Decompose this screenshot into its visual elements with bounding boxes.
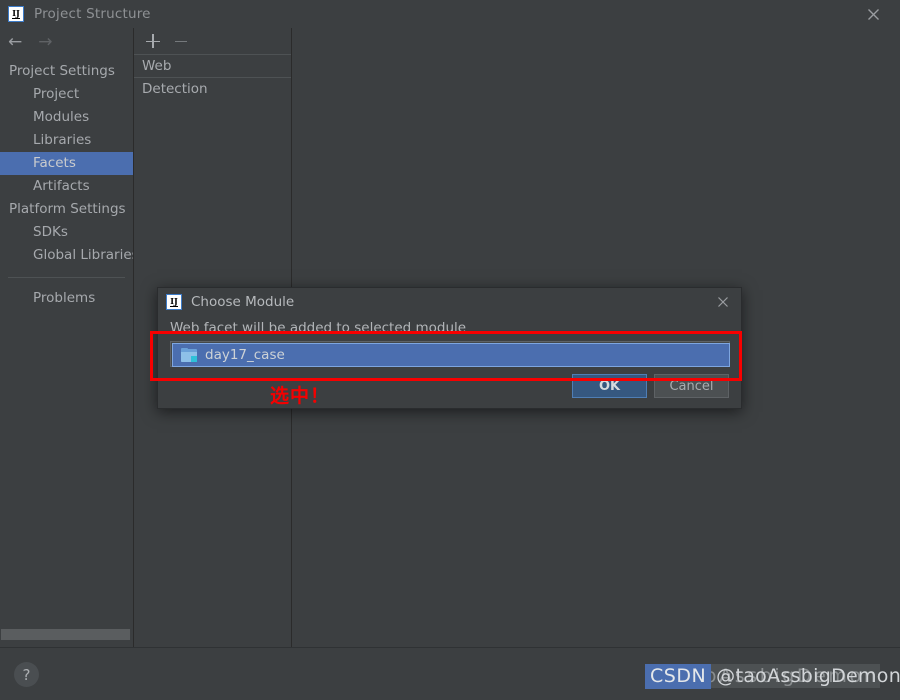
- sidebar-group-project-settings: Project Settings: [9, 63, 115, 79]
- close-icon: [718, 297, 728, 307]
- module-label: day17_case: [205, 347, 285, 363]
- arrow-left-icon[interactable]: ←: [8, 33, 22, 51]
- facet-row-web[interactable]: Web: [134, 55, 291, 78]
- intellij-idea-icon: IJ: [166, 294, 182, 310]
- sidebar-item-artifacts[interactable]: Artifacts: [0, 175, 133, 198]
- dialog-titlebar: IJ Choose Module: [158, 288, 741, 316]
- sidebar-group-platform-settings: Platform Settings: [9, 201, 126, 217]
- dialog-title: Choose Module: [191, 294, 295, 310]
- sidebar-item-facets[interactable]: Facets: [0, 152, 133, 175]
- choose-module-dialog: IJ Choose Module Web facet will be added…: [157, 287, 742, 409]
- sidebar-item-libraries[interactable]: Libraries: [0, 129, 133, 152]
- dialog-close-button[interactable]: [713, 292, 733, 312]
- plus-icon[interactable]: [145, 33, 161, 49]
- sidebar-divider: [8, 277, 125, 278]
- module-folder-icon: [181, 348, 197, 362]
- list-item[interactable]: day17_case: [172, 343, 730, 367]
- navigation-arrows: ← →: [0, 28, 133, 56]
- arrow-right-icon[interactable]: →: [38, 33, 52, 51]
- sidebar-item-project[interactable]: Project: [0, 83, 133, 106]
- dialog-button-row: OK Cancel: [572, 374, 729, 398]
- question-mark-icon[interactable]: ?: [14, 662, 39, 687]
- window-close-button[interactable]: [856, 0, 890, 28]
- window-bottom-bar: ?: [0, 647, 900, 700]
- window-titlebar: IJ Project Structure: [0, 0, 900, 28]
- sidebar-item-list: Project Settings Project Modules Librari…: [0, 56, 133, 647]
- close-icon: [867, 8, 879, 20]
- dialog-description: Web facet will be added to selected modu…: [170, 320, 467, 336]
- minus-icon[interactable]: [173, 33, 189, 49]
- sidebar-item-global-libraries[interactable]: Global Libraries: [0, 244, 133, 267]
- facet-toolbar: [134, 28, 291, 55]
- scrollbar-thumb[interactable]: [1, 629, 130, 640]
- window-title: Project Structure: [34, 6, 151, 22]
- sidebar-item-sdks[interactable]: SDKs: [0, 221, 133, 244]
- ok-button[interactable]: OK: [572, 374, 647, 398]
- sidebar-horizontal-scrollbar[interactable]: [0, 629, 133, 640]
- facet-row-detection[interactable]: Detection: [134, 78, 291, 100]
- annotation-text: 选中！: [270, 385, 331, 407]
- cancel-button[interactable]: Cancel: [654, 374, 729, 398]
- sidebar-item-modules[interactable]: Modules: [0, 106, 133, 129]
- intellij-idea-icon: IJ: [8, 6, 24, 22]
- sidebar-item-problems[interactable]: Problems: [0, 287, 133, 310]
- module-list[interactable]: day17_case: [170, 341, 730, 367]
- settings-sidebar: ← → Project Settings Project Modules Lib…: [0, 28, 133, 647]
